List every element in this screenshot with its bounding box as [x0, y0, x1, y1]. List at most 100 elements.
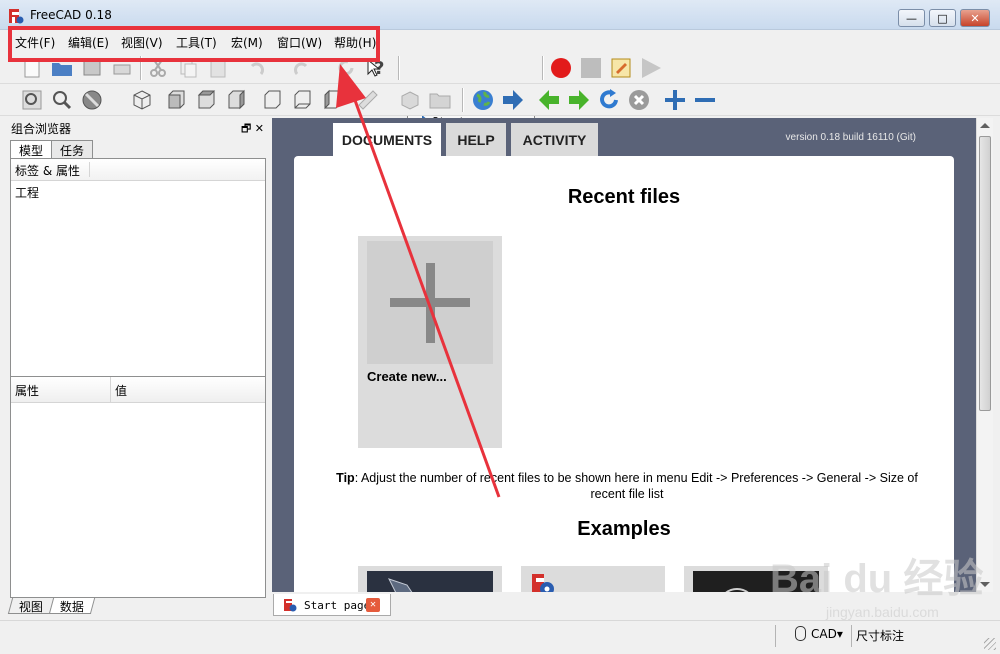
web-go-button[interactable]	[501, 88, 525, 112]
undo-button[interactable]	[244, 56, 268, 80]
example-card[interactable]	[684, 566, 828, 592]
freecad-logo-icon	[9, 9, 24, 24]
value-column-header[interactable]: 值	[111, 377, 131, 402]
plus-icon-bar	[390, 298, 470, 307]
tab-tasks[interactable]: 任务	[51, 140, 94, 158]
tab-data[interactable]: 数据	[48, 598, 96, 614]
draw-style-icon	[82, 90, 102, 110]
print-button[interactable]	[110, 56, 134, 80]
documents-panel: Recent files Create new... Tip: Adjust t…	[294, 156, 954, 592]
copy-button[interactable]	[176, 56, 200, 80]
paste-button[interactable]	[206, 56, 230, 80]
save-icon	[83, 60, 101, 76]
new-document-button[interactable]	[20, 56, 44, 80]
start-page-view: DOCUMENTS HELP ACTIVITY version 0.18 bui…	[272, 118, 976, 592]
tab-view-label: 视图	[18, 600, 43, 614]
scroll-down-icon[interactable]	[980, 582, 990, 587]
tab-activity[interactable]: ACTIVITY	[511, 123, 598, 157]
property-tabs: 视图 数据	[7, 598, 96, 614]
redo-icon	[294, 62, 308, 75]
document-tab-bar: Start page ✕	[272, 592, 976, 616]
example-thumbnail	[367, 571, 493, 592]
navigation-style-selector[interactable]: CAD▾	[811, 627, 843, 641]
cut-button[interactable]	[146, 56, 170, 80]
mouse-icon	[795, 626, 806, 641]
whats-this-button[interactable]: ?	[366, 56, 390, 80]
tree-header-labels[interactable]: 标签 & 属性	[15, 162, 90, 178]
menu-macro[interactable]: 宏(M)	[231, 34, 263, 51]
view-front-button[interactable]	[164, 88, 188, 112]
view-top-button[interactable]	[194, 88, 218, 112]
draw-style-button[interactable]	[80, 88, 104, 112]
web-zoom-out-button[interactable]	[693, 88, 717, 112]
menu-file[interactable]: 文件(F)	[15, 34, 55, 51]
property-header: 属性 值	[11, 377, 265, 403]
menu-edit[interactable]: 编辑(E)	[68, 34, 109, 51]
scroll-thumb[interactable]	[979, 136, 991, 411]
menu-tools[interactable]: 工具(T)	[176, 34, 217, 51]
close-panel-icon[interactable]: ✕	[255, 122, 264, 135]
fit-selection-button[interactable]	[50, 88, 74, 112]
stop-circle-icon	[629, 90, 649, 110]
open-button[interactable]	[50, 56, 74, 80]
scroll-up-icon[interactable]	[980, 123, 990, 128]
web-forward-button[interactable]	[567, 88, 591, 112]
fit-all-button[interactable]	[20, 88, 44, 112]
view-isometric-button[interactable]	[130, 88, 154, 112]
zoom-selection-icon	[53, 91, 72, 110]
arrow-right-icon	[503, 90, 523, 110]
web-stop-button[interactable]	[627, 88, 651, 112]
view-right-button[interactable]	[224, 88, 248, 112]
example-model-icon	[388, 578, 413, 592]
example-gear-icon	[725, 588, 749, 592]
resize-grip-icon[interactable]	[984, 638, 996, 650]
dimension-toggle[interactable]: 尺寸标注	[856, 627, 904, 644]
property-view[interactable]: 属性 值	[10, 376, 266, 598]
save-button[interactable]	[80, 56, 104, 80]
view-bottom-button[interactable]	[290, 88, 314, 112]
menu-help[interactable]: 帮助(H)	[334, 34, 376, 51]
float-panel-icon[interactable]: 🗗	[241, 122, 251, 135]
create-group-button[interactable]	[428, 88, 452, 112]
example-card[interactable]	[521, 566, 665, 592]
refresh-button[interactable]	[334, 56, 358, 80]
tab-model[interactable]: 模型	[10, 140, 53, 159]
menu-window[interactable]: 窗口(W)	[277, 34, 322, 51]
web-back-button[interactable]	[537, 88, 561, 112]
property-column-header[interactable]: 属性	[11, 377, 111, 402]
edit-macro-button[interactable]	[609, 56, 633, 80]
measure-button[interactable]	[356, 88, 380, 112]
view-rear-button[interactable]	[260, 88, 284, 112]
tab-help[interactable]: HELP	[446, 123, 506, 157]
tree-item-application[interactable]: 工程	[11, 181, 265, 204]
record-macro-button[interactable]	[549, 56, 573, 80]
close-icon: ✕	[970, 11, 980, 25]
toolbar-separator	[398, 56, 400, 80]
undo-icon	[250, 62, 264, 75]
toolbar-separator	[542, 56, 544, 80]
web-refresh-button[interactable]	[597, 88, 621, 112]
recent-files-title: Recent files	[567, 186, 681, 208]
globe-icon	[473, 90, 493, 110]
view-left-button[interactable]	[320, 88, 344, 112]
execute-macro-button[interactable]	[639, 56, 663, 80]
create-part-button[interactable]	[398, 88, 422, 112]
vertical-scrollbar[interactable]	[976, 118, 993, 592]
tab-view[interactable]: 视图	[7, 598, 55, 614]
play-icon	[642, 58, 661, 78]
web-start-button[interactable]	[471, 88, 495, 112]
tab-documents[interactable]: DOCUMENTS	[333, 123, 441, 157]
status-bar: CAD▾ 尺寸标注	[0, 620, 1000, 654]
maximize-button[interactable]: □	[929, 9, 956, 27]
web-zoom-in-button[interactable]	[663, 88, 687, 112]
create-new-label[interactable]: Create new...	[367, 369, 447, 384]
example-card[interactable]	[358, 566, 502, 592]
create-new-card[interactable]: Create new...	[358, 236, 502, 448]
minimize-button[interactable]: —	[898, 9, 925, 27]
menu-view[interactable]: 视图(V)	[121, 34, 163, 51]
close-button[interactable]: ✕	[960, 9, 990, 27]
stop-macro-button[interactable]	[579, 56, 603, 80]
redo-button[interactable]	[290, 56, 314, 80]
tab-start-page[interactable]: Start page ✕	[273, 594, 391, 616]
close-tab-icon[interactable]: ✕	[366, 598, 380, 612]
